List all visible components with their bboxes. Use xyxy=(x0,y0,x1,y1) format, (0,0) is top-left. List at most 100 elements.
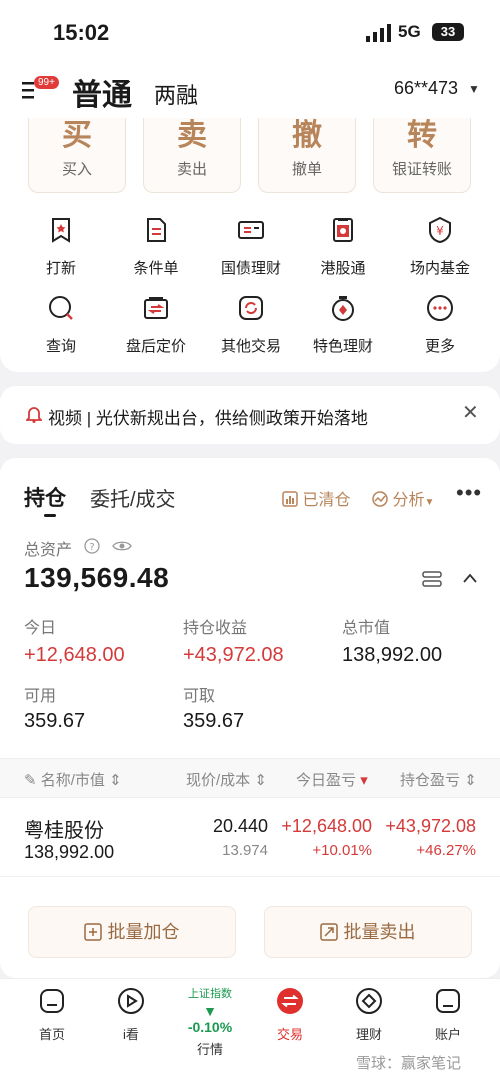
home-icon xyxy=(40,989,64,1013)
sell-char: 卖 xyxy=(177,119,207,152)
transfer-label: 银证转账 xyxy=(391,161,452,178)
layout-toggle-icon[interactable] xyxy=(422,570,442,588)
medal-icon xyxy=(332,296,354,321)
stock-name: 粤桂股份 xyxy=(24,820,104,842)
total-assets-value: 139,569.48 xyxy=(24,562,170,593)
stock-position-pnl: +43,972.08 xyxy=(385,816,476,836)
buy-char: 买 xyxy=(62,119,92,152)
shortcut-label: 查询 xyxy=(45,338,76,355)
trade-panel: 买 买入 卖 卖出 撤 撤单 转 银证转账 打新 条件单 国债理财 港股通 ¥ … xyxy=(0,118,500,372)
transfer-char: 转 xyxy=(407,119,437,152)
batch-add-button[interactable]: 批量加仓 xyxy=(28,906,236,958)
bookmark-icon xyxy=(52,218,70,243)
cleared-label: 已清仓 xyxy=(302,492,351,509)
account-icon xyxy=(436,989,460,1013)
total-assets-label: 总资产 xyxy=(24,542,73,559)
shortcut-label: 国债理财 xyxy=(220,260,281,277)
tab-finance[interactable]: 理财 xyxy=(339,987,399,1043)
clock: 15:02 xyxy=(53,20,110,45)
trend-icon xyxy=(372,491,388,507)
play-icon xyxy=(118,988,144,1014)
tab-account[interactable]: 账户 xyxy=(418,987,478,1043)
tab-trade[interactable]: 交易 xyxy=(260,987,320,1043)
edit-icon: ✎ xyxy=(24,772,37,789)
more-options-icon[interactable]: ••• xyxy=(456,480,482,506)
stock-market-value: 138,992.00 xyxy=(24,842,115,862)
search-icon xyxy=(49,296,73,320)
tab-orders[interactable]: 委托/成交 xyxy=(90,483,176,512)
available-label: 可用 xyxy=(24,688,57,705)
shortcut-query[interactable]: 查询 xyxy=(16,294,106,356)
caret-down-icon[interactable]: ▼ xyxy=(468,82,480,96)
today-label: 今日 xyxy=(24,620,57,637)
stock-cost: 13.974 xyxy=(222,842,268,859)
shortcut-hk-connect[interactable]: 港股通 xyxy=(298,216,388,278)
news-notice[interactable]: 视频 | 光伏新规出台，供给侧政策开始落地 ✕ xyxy=(0,386,500,444)
cleared-link[interactable]: 已清仓 xyxy=(282,486,350,510)
stock-today-pct: +10.01% xyxy=(312,842,372,859)
position-pnl-value: +43,972.08 xyxy=(183,644,284,666)
tab-home[interactable]: 首页 xyxy=(22,987,82,1043)
col-price[interactable]: 现价/成本 ⇕ xyxy=(186,769,267,790)
tab-iwatch[interactable]: i看 xyxy=(101,987,161,1043)
active-tab-indicator xyxy=(44,514,56,517)
tab-trade-label: 交易 xyxy=(276,1027,303,1042)
diamond-icon xyxy=(356,988,382,1014)
tab-market[interactable]: 上证指数 ▼ -0.10% 行情 xyxy=(180,985,240,1058)
ticket-icon xyxy=(238,221,264,239)
tab-home-label: 首页 xyxy=(38,1027,65,1042)
stock-today-pnl: +12,648.00 xyxy=(281,816,372,836)
batch-sell-button[interactable]: 批量卖出 xyxy=(264,906,472,958)
account-number[interactable]: 66**473 xyxy=(394,78,458,99)
refresh-icon xyxy=(239,296,263,320)
shortcut-conditional-order[interactable]: 条件单 xyxy=(111,216,201,278)
shortcut-more[interactable]: 更多 xyxy=(395,294,485,356)
today-pnl-value: +12,648.00 xyxy=(24,644,125,666)
analysis-link[interactable]: 分析▼ xyxy=(372,486,434,510)
help-icon[interactable]: ? xyxy=(84,538,100,554)
notice-text: 视频 | 光伏新规出台，供给侧政策开始落地 xyxy=(48,409,368,428)
positions-table-header: ✎ 名称/市值 ⇕ 现价/成本 ⇕ 今日盈亏 ▾ 持仓盈亏 ⇕ xyxy=(0,758,500,798)
shortcut-after-hours[interactable]: 盘后定价 xyxy=(111,294,201,356)
sort-desc-icon: ▾ xyxy=(360,772,368,789)
close-icon[interactable]: ✕ xyxy=(462,400,479,425)
shortcut-ipo[interactable]: 打新 xyxy=(16,216,106,278)
col-today-pnl[interactable]: 今日盈亏 ▾ xyxy=(296,769,368,790)
cancel-order-button[interactable]: 撤 撤单 xyxy=(258,118,356,193)
message-badge: 99+ xyxy=(34,76,59,89)
hk-flag-icon xyxy=(333,218,353,242)
svg-text:¥: ¥ xyxy=(436,224,444,238)
caret-down-icon: ▼ xyxy=(424,497,435,508)
shortcut-featured-finance[interactable]: 特色理财 xyxy=(298,294,388,356)
transfer-button[interactable]: 转 银证转账 xyxy=(373,118,471,193)
shortcut-label: 其他交易 xyxy=(220,338,281,355)
shortcut-bond-finance[interactable]: 国债理财 xyxy=(206,216,296,278)
col-name[interactable]: ✎ 名称/市值 ⇕ xyxy=(24,769,122,790)
exchange-icon xyxy=(144,297,168,319)
tab-account-label: 账户 xyxy=(434,1027,461,1042)
col-position-pnl[interactable]: 持仓盈亏 ⇕ xyxy=(400,769,477,790)
signal-icon xyxy=(366,24,391,42)
index-name: 上证指数 xyxy=(188,988,232,1000)
document-icon xyxy=(147,218,166,242)
eye-icon[interactable] xyxy=(112,538,132,554)
batch-sell-label: 批量卖出 xyxy=(343,922,416,942)
sell-position-icon xyxy=(320,923,339,941)
tab-market-label: 行情 xyxy=(196,1042,223,1057)
chevron-up-icon[interactable] xyxy=(462,572,478,584)
sell-button[interactable]: 卖 卖出 xyxy=(143,118,241,193)
account-type-tab[interactable]: 普通 xyxy=(72,70,132,114)
shortcut-other-trade[interactable]: 其他交易 xyxy=(206,294,296,356)
table-row[interactable]: 粤桂股份 138,992.00 20.440 13.974 +12,648.00… xyxy=(0,798,500,877)
sell-label: 卖出 xyxy=(176,161,207,178)
sort-icon: ⇕ xyxy=(464,772,477,789)
shortcut-etf[interactable]: ¥ 场内基金 xyxy=(395,216,485,278)
status-bar: 15:02 5G 33 xyxy=(0,0,500,66)
batch-add-label: 批量加仓 xyxy=(107,922,180,942)
analysis-label: 分析 xyxy=(392,492,425,509)
tab-positions[interactable]: 持仓 xyxy=(24,482,66,512)
margin-account-tab[interactable]: 两融 xyxy=(154,78,198,110)
battery-icon: 33 xyxy=(432,23,464,41)
buy-button[interactable]: 买 买入 xyxy=(28,118,126,193)
shortcut-label: 港股通 xyxy=(320,260,366,277)
